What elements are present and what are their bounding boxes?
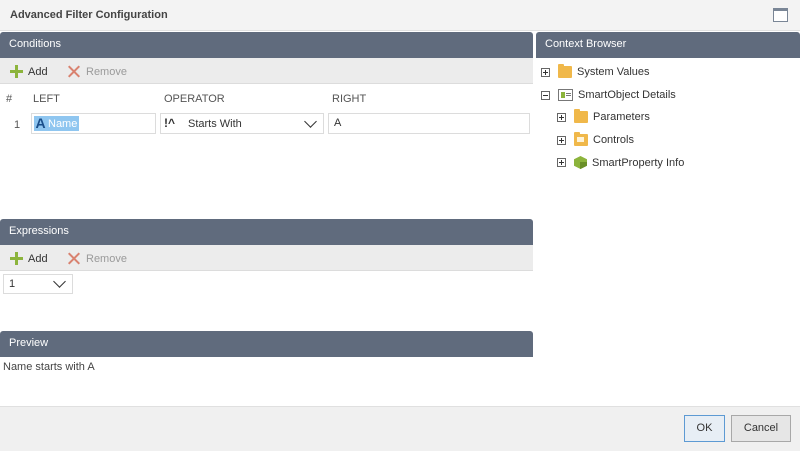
- expression-select-value: 1: [9, 278, 16, 290]
- expand-plus-icon[interactable]: [557, 112, 566, 122]
- cancel-button[interactable]: Cancel: [731, 415, 791, 442]
- column-header-left: LEFT: [33, 93, 60, 105]
- remove-x-icon: [68, 65, 81, 78]
- conditions-toolbar: Add Remove: [0, 58, 533, 84]
- left-field-token[interactable]: A Name: [34, 115, 80, 131]
- expand-plus-icon[interactable]: [541, 67, 550, 77]
- chevron-down-icon[interactable]: [53, 275, 66, 288]
- operator-dropdown[interactable]: !^ Starts With: [160, 113, 324, 134]
- conditions-add-label: Add: [28, 65, 48, 78]
- collapse-minus-icon[interactable]: [541, 90, 550, 100]
- chevron-down-icon[interactable]: [304, 115, 317, 128]
- maximize-icon[interactable]: [773, 8, 788, 22]
- remove-x-icon: [68, 252, 81, 265]
- folder-icon: [574, 109, 588, 123]
- left-field-value: Name: [48, 117, 78, 130]
- ok-button[interactable]: OK: [684, 415, 725, 442]
- starts-with-operator-icon: !^: [164, 116, 176, 130]
- conditions-add-button[interactable]: Add: [10, 65, 48, 78]
- condition-right-field[interactable]: A: [328, 113, 530, 134]
- expressions-header: Expressions: [0, 219, 533, 245]
- folder-icon: [558, 64, 572, 78]
- dialog-footer: OK Cancel: [0, 406, 800, 451]
- conditions-header: Conditions: [0, 32, 533, 58]
- conditions-remove-button[interactable]: Remove: [68, 65, 127, 78]
- expressions-add-button[interactable]: Add: [10, 252, 48, 265]
- tree-item-controls[interactable]: Controls: [557, 132, 634, 146]
- tree-item-smartproperty-info[interactable]: SmartProperty Info: [557, 156, 684, 169]
- plus-icon: [10, 252, 23, 265]
- column-header-number: #: [6, 93, 13, 105]
- preview-text: Name starts with A: [3, 361, 95, 373]
- cube-icon: [574, 156, 587, 169]
- expand-plus-icon[interactable]: [557, 158, 566, 167]
- preview-header: Preview: [0, 331, 533, 357]
- plus-icon: [10, 65, 23, 78]
- expand-plus-icon[interactable]: [557, 135, 566, 145]
- expression-select[interactable]: 1: [3, 274, 73, 294]
- tree-item-label: SmartObject Details: [578, 89, 676, 101]
- operator-value: Starts With: [188, 118, 242, 130]
- conditions-remove-label: Remove: [86, 65, 127, 78]
- tree-item-label: SmartProperty Info: [592, 156, 685, 169]
- controls-folder-icon: [574, 132, 588, 146]
- tree-item-smartobject-details[interactable]: SmartObject Details: [541, 89, 676, 101]
- preview-header-label: Preview: [9, 337, 49, 349]
- tree-item-system-values[interactable]: System Values: [541, 64, 650, 78]
- expressions-remove-label: Remove: [86, 252, 127, 265]
- smartobject-icon: [558, 89, 573, 101]
- tree-item-parameters[interactable]: Parameters: [557, 109, 650, 123]
- tree-item-label: Controls: [593, 134, 634, 146]
- expressions-add-label: Add: [28, 252, 48, 265]
- context-browser-header-label: Context Browser: [545, 38, 627, 50]
- expressions-toolbar: Add Remove: [0, 245, 533, 271]
- dialog-titlebar: Advanced Filter Configuration: [0, 0, 800, 31]
- column-header-right: RIGHT: [332, 93, 367, 105]
- context-browser-header: Context Browser: [536, 32, 800, 58]
- tree-item-label: System Values: [577, 66, 650, 78]
- right-field-value: A: [334, 117, 342, 129]
- column-header-operator: OPERATOR: [164, 93, 225, 105]
- expressions-header-label: Expressions: [9, 225, 69, 237]
- text-property-icon: A: [35, 115, 46, 131]
- condition-row-number: 1: [14, 119, 21, 131]
- tree-item-label: Parameters: [593, 111, 650, 123]
- conditions-header-label: Conditions: [9, 38, 61, 50]
- condition-left-field[interactable]: A Name: [31, 113, 156, 134]
- dialog-title: Advanced Filter Configuration: [10, 9, 168, 21]
- expressions-remove-button[interactable]: Remove: [68, 252, 127, 265]
